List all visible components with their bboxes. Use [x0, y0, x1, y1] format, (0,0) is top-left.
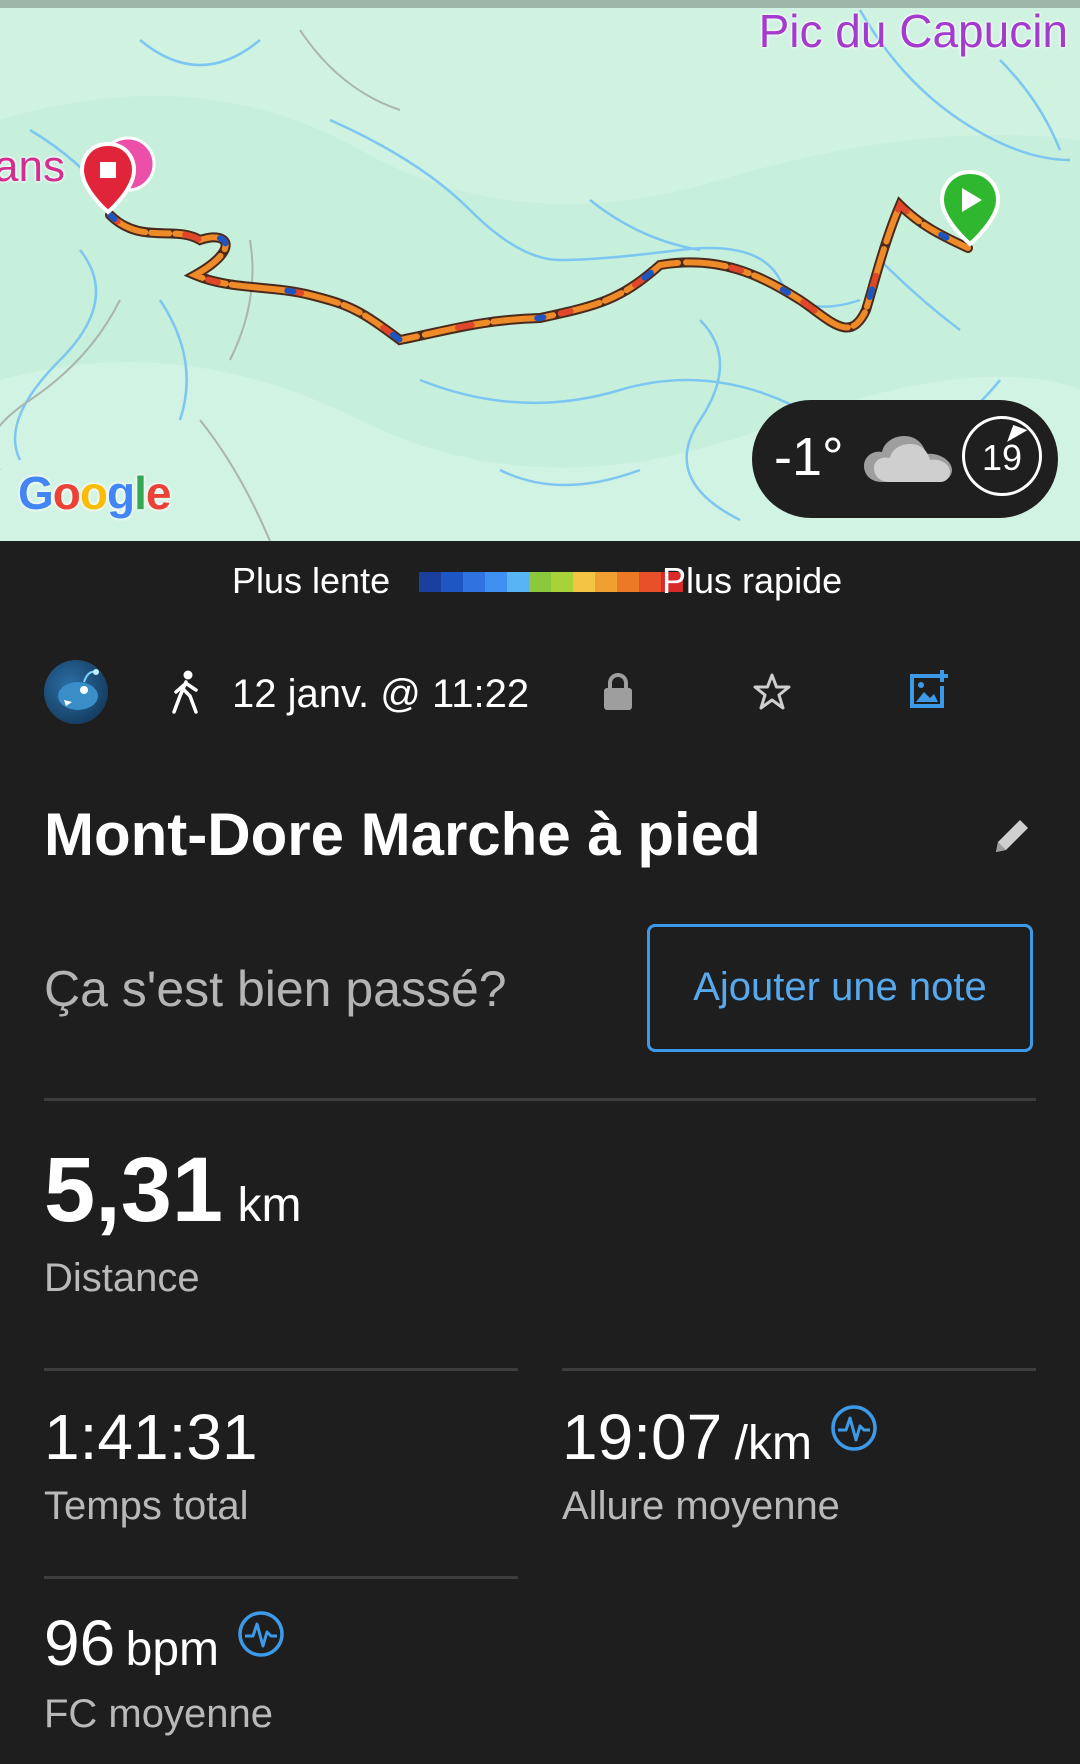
cloud-icon	[864, 436, 952, 482]
legend-color-segment	[419, 572, 441, 592]
legend-fast-label: Plus rapide	[662, 560, 843, 601]
weather-temperature: -1°	[774, 427, 844, 487]
legend-slow-label: Plus lente	[232, 560, 391, 601]
heart-rate-sensor-icon[interactable]	[237, 1610, 285, 1658]
map-place-label: ans	[0, 142, 65, 191]
legend-color-segment	[507, 572, 529, 592]
distance-stat: 5,31 km	[44, 1138, 302, 1243]
avg-pace-label: Allure moyenne	[562, 1484, 840, 1528]
wind-badge: 19	[962, 416, 1042, 496]
avg-pace-unit: /km	[734, 1417, 812, 1470]
legend-color-segment	[529, 572, 551, 592]
heart-rate-sensor-icon[interactable]	[830, 1404, 878, 1452]
total-time-stat: 1:41:31	[44, 1400, 258, 1474]
star-icon[interactable]	[752, 672, 792, 712]
legend-color-segment	[617, 572, 639, 592]
legend-color-segment	[595, 572, 617, 592]
distance-label: Distance	[44, 1256, 200, 1300]
legend-color-segment	[573, 572, 595, 592]
end-marker-icon[interactable]	[78, 134, 158, 234]
activity-datetime: 12 janv. @ 11:22	[232, 672, 530, 716]
divider	[44, 1368, 518, 1371]
avg-hr-value: 96	[44, 1607, 116, 1679]
start-marker-icon[interactable]	[938, 170, 1002, 254]
avg-pace-value: 19:07	[562, 1401, 723, 1473]
lock-icon[interactable]	[602, 672, 634, 712]
avg-hr-label: FC moyenne	[44, 1692, 273, 1736]
legend-color-bar	[419, 572, 683, 592]
edit-pencil-icon[interactable]	[990, 814, 1034, 858]
total-time-value: 1:41:31	[44, 1401, 258, 1473]
note-prompt: Ça s'est bien passé?	[44, 961, 507, 1017]
avg-hr-stat: 96 bpm	[44, 1606, 285, 1680]
legend-color-segment	[551, 572, 573, 592]
divider	[562, 1368, 1036, 1371]
divider	[44, 1576, 518, 1579]
legend-color-segment	[485, 572, 507, 592]
add-photo-icon[interactable]	[906, 668, 950, 712]
legend-color-segment	[639, 572, 661, 592]
distance-unit: km	[237, 1179, 302, 1232]
legend-color-segment	[441, 572, 463, 592]
user-avatar[interactable]	[44, 660, 108, 724]
map-peak-label: Pic du Capucin	[758, 5, 1068, 57]
google-attribution: Google	[18, 467, 171, 519]
anglerfish-avatar	[58, 669, 99, 710]
avg-pace-stat: 19:07 /km	[562, 1400, 878, 1474]
avg-hr-unit: bpm	[125, 1623, 220, 1676]
activity-title: Mont-Dore Marche à pied	[44, 801, 761, 868]
legend-color-segment	[463, 572, 485, 592]
divider	[44, 1098, 1036, 1101]
activity-meta-row: 12 janv. @ 11:22	[0, 660, 1080, 730]
pace-legend: Plus lente Plus rapide	[0, 560, 1080, 601]
walking-icon	[172, 670, 198, 714]
route-map[interactable]: Pic du Capucin ans Google -1° 19	[0, 0, 1080, 541]
total-time-label: Temps total	[44, 1484, 249, 1528]
distance-value: 5,31	[44, 1139, 224, 1241]
add-note-button[interactable]: Ajouter une note	[647, 924, 1033, 1052]
weather-widget[interactable]: -1° 19	[752, 400, 1058, 518]
